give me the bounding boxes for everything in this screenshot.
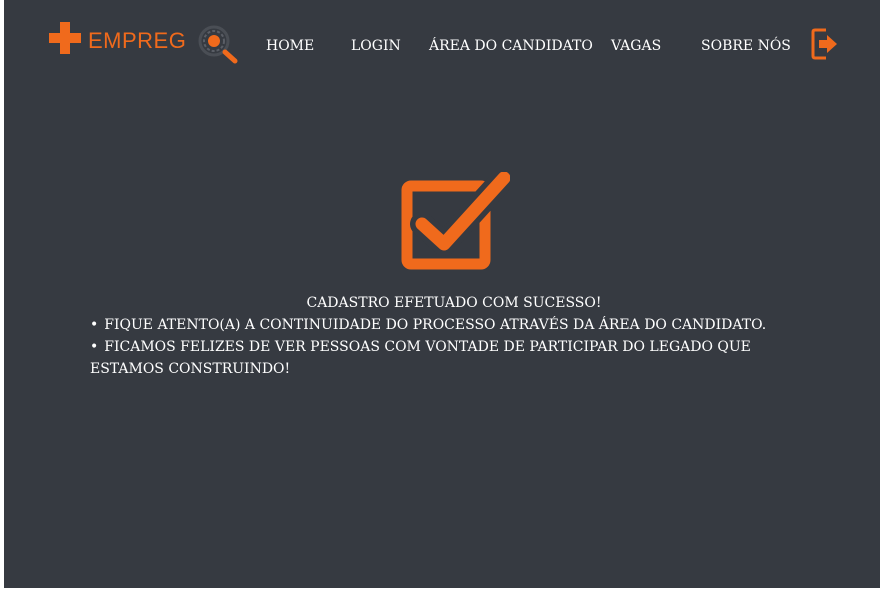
- nav-login[interactable]: LOGIN: [351, 38, 401, 58]
- message-item-text: FICAMOS FELIZES DE VER PESSOAS COM VONTA…: [90, 339, 751, 377]
- nav-sobre-nos[interactable]: SOBRE NÓS: [701, 38, 791, 58]
- success-message: CADASTRO EFETUADO COM SUCESSO! • FIQUE AT…: [90, 292, 770, 380]
- page-frame: EMPREG HOME LOGIN ÁREA DO CANDIDATO VAGA…: [4, 0, 880, 588]
- message-item: • FICAMOS FELIZES DE VER PESSOAS COM VONT…: [90, 336, 770, 380]
- brand-logo[interactable]: EMPREG: [46, 20, 242, 68]
- checkbox-checked-icon: [398, 166, 516, 272]
- bullet: •: [90, 339, 99, 355]
- message-item-text: FIQUE ATENTO(A) A CONTINUIDADE DO PROCES…: [104, 317, 767, 333]
- nav-home[interactable]: HOME: [266, 38, 314, 58]
- nav-vagas[interactable]: VAGAS: [611, 38, 661, 58]
- logout-icon[interactable]: [810, 27, 840, 61]
- nav-area-do-candidato[interactable]: ÁREA DO CANDIDATO: [429, 38, 593, 58]
- message-item: • FIQUE ATENTO(A) A CONTINUIDADE DO PROCE…: [90, 314, 770, 336]
- success-title: CADASTRO EFETUADO COM SUCESSO!: [306, 295, 602, 311]
- bullet: •: [90, 317, 99, 333]
- magnifier-icon: [198, 25, 238, 64]
